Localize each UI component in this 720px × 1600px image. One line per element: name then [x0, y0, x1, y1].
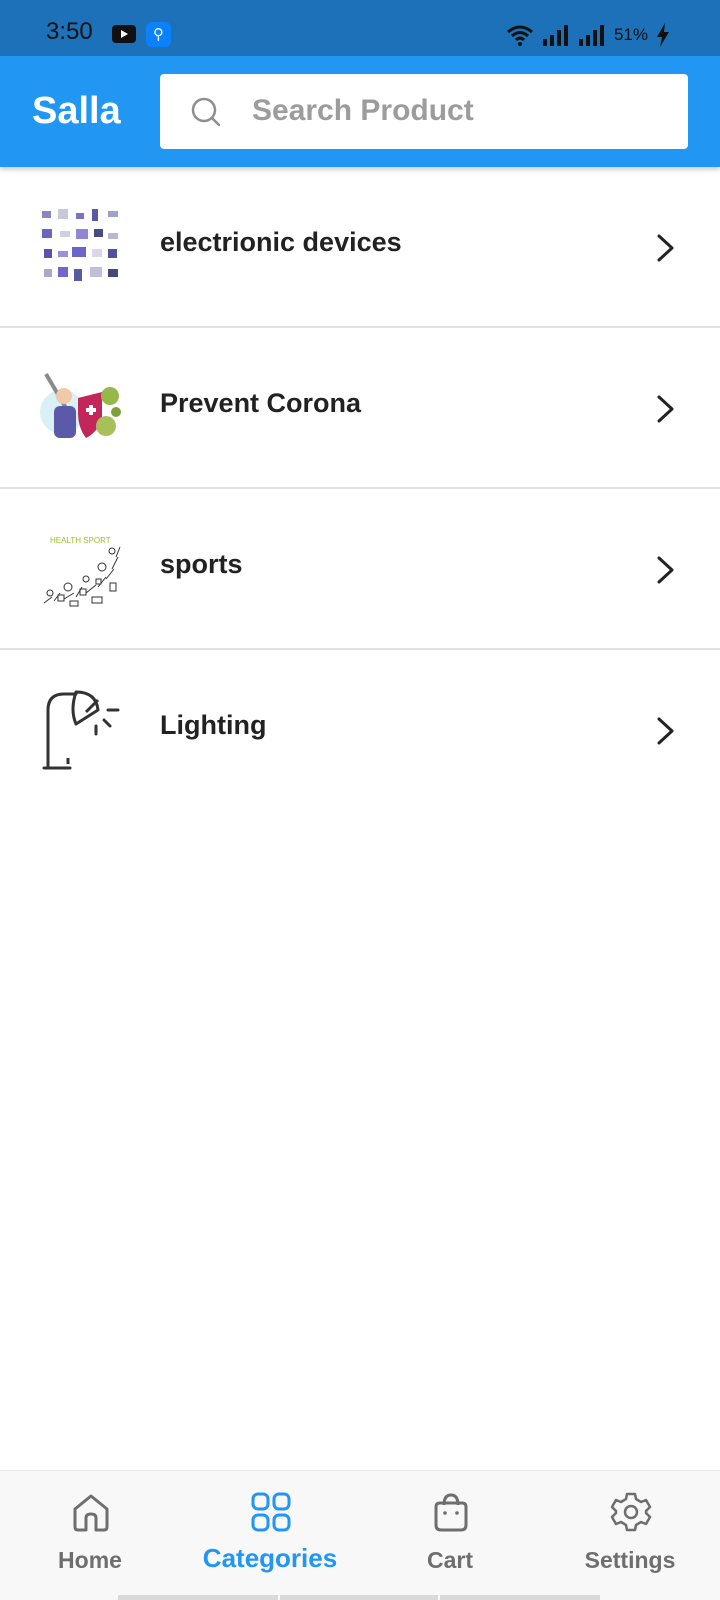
sports-thumbnail-text: HEALTH SPORT — [50, 536, 111, 545]
electronic-devices-thumbnail — [42, 209, 118, 281]
chevron-right-icon — [657, 395, 674, 423]
chevron-right-icon — [657, 717, 674, 745]
status-indicators: 51% — [506, 22, 670, 48]
category-label: Lighting — [160, 710, 267, 740]
gesture-bar-segment — [440, 1595, 600, 1600]
sports-thumbnail: HEALTH SPORT — [43, 536, 121, 607]
nav-label-home: Home — [58, 1547, 122, 1573]
signal-icon-2 — [578, 25, 604, 46]
gesture-bar-segment — [118, 1595, 278, 1600]
lamp-thumbnail — [42, 690, 120, 770]
category-label: sports — [160, 549, 243, 579]
nav-label-cart: Cart — [426, 1547, 473, 1573]
category-row-prevent-corona[interactable]: Prevent Corona — [0, 328, 720, 489]
chevron-right-icon — [657, 556, 674, 584]
status-bar: 3:50 ⚲ 51% — [0, 0, 720, 56]
category-label: electrionic devices — [160, 227, 402, 257]
home-icon — [73, 1494, 109, 1532]
chevron-right-icon — [657, 234, 674, 262]
category-label: Prevent Corona — [160, 388, 362, 418]
search-icon — [191, 97, 221, 127]
app-header: Salla Search Product — [0, 56, 720, 167]
status-time: 3:50 — [46, 18, 93, 45]
signal-icon — [542, 25, 568, 46]
nav-label-categories: Categories — [202, 1543, 338, 1573]
charging-icon — [657, 23, 669, 47]
screen: 3:50 ⚲ 51% Salla Search Product electrio… — [0, 0, 720, 1600]
cart-icon — [434, 1493, 468, 1532]
search-placeholder: Search Product — [252, 94, 474, 127]
nav-item-cart[interactable]: Cart — [360, 1471, 540, 1600]
category-row-electronic-devices[interactable]: electrionic devices — [0, 167, 720, 328]
app-title: Salla — [32, 90, 121, 132]
category-list: electrionic devices Prevent Corona HEALT… — [0, 167, 720, 811]
categories-icon — [251, 1492, 291, 1532]
settings-icon — [610, 1492, 652, 1532]
youtube-notification-icon — [112, 25, 136, 43]
prevent-corona-thumbnail — [40, 372, 121, 438]
category-row-lighting[interactable]: Lighting — [0, 650, 720, 811]
category-row-sports[interactable]: HEALTH SPORT sports — [0, 489, 720, 650]
gesture-bar-segment — [280, 1595, 438, 1600]
nav-item-settings[interactable]: Settings — [540, 1471, 720, 1600]
wifi-icon — [507, 25, 533, 46]
nav-item-home[interactable]: Home — [0, 1471, 180, 1600]
battery-level: 51% — [613, 25, 648, 44]
search-input[interactable]: Search Product — [160, 74, 688, 149]
usb-notification-icon: ⚲ — [146, 22, 171, 47]
nav-label-settings: Settings — [584, 1547, 676, 1573]
nav-item-categories[interactable]: Categories — [180, 1471, 360, 1600]
bottom-navigation: Home Categories Cart Settings — [0, 1470, 720, 1600]
